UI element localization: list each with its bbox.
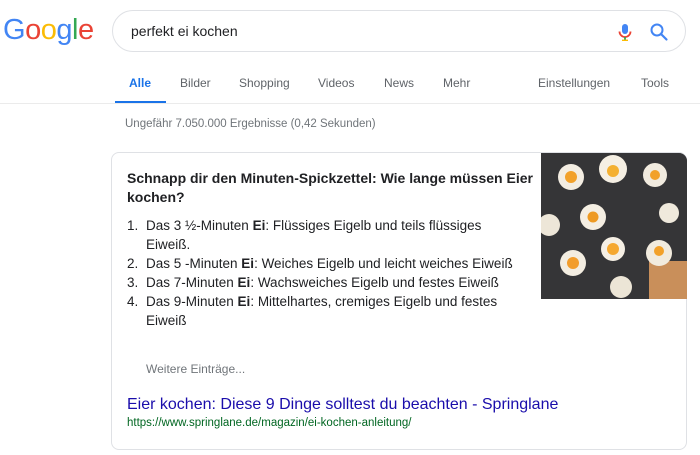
step-text: Das 7-Minuten xyxy=(146,275,238,290)
result-title-link[interactable]: Eier kochen: Diese 9 Dinge solltest du b… xyxy=(127,396,558,414)
logo-letter: e xyxy=(77,14,94,46)
tab-news[interactable]: News xyxy=(384,76,414,90)
search-tabs: Alle Bilder Shopping Videos News Mehr Ei… xyxy=(0,64,700,104)
search-icon[interactable] xyxy=(649,22,669,42)
search-box[interactable]: perfekt ei kochen xyxy=(112,10,686,52)
tab-mehr[interactable]: Mehr xyxy=(443,76,470,90)
list-item: 4. Das 9-Minuten Ei: Mittelhartes, cremi… xyxy=(127,292,527,330)
list-number: 4. xyxy=(127,294,139,309)
list-number: 2. xyxy=(127,256,139,271)
tab-bilder[interactable]: Bilder xyxy=(180,76,211,90)
featured-snippet: Schnapp dir den Minuten-Spickzettel: Wie… xyxy=(111,152,687,450)
step-text: Das 9-Minuten xyxy=(146,294,238,309)
tab-shopping[interactable]: Shopping xyxy=(239,76,290,90)
google-logo[interactable]: Google xyxy=(3,14,94,47)
list-item: 2. Das 5 -Minuten Ei: Weiches Eigelb und… xyxy=(127,254,527,273)
logo-letter: G xyxy=(3,14,26,46)
step-bold: Ei xyxy=(237,294,251,309)
snippet-list: 1. Das 3 ½-Minuten Ei: Flüssiges Eigelb … xyxy=(127,216,527,330)
result-stats: Ungefähr 7.050.000 Ergebnisse (0,42 Seku… xyxy=(125,118,376,130)
list-number: 1. xyxy=(127,218,139,233)
list-number: 3. xyxy=(127,275,139,290)
logo-letter: g xyxy=(56,14,72,46)
list-item: 3. Das 7-Minuten Ei: Wachsweiches Eigelb… xyxy=(127,273,527,292)
tab-einstellungen[interactable]: Einstellungen xyxy=(538,76,610,90)
step-bold: Ei xyxy=(241,256,255,271)
step-text: : Weiches Eigelb und leicht weiches Eiwe… xyxy=(254,256,513,271)
more-entries-link[interactable]: Weitere Einträge... xyxy=(146,362,245,376)
boiled-eggs-photo[interactable] xyxy=(541,153,687,299)
tab-tools[interactable]: Tools xyxy=(641,76,669,90)
header-divider xyxy=(0,103,700,104)
search-input[interactable]: perfekt ei kochen xyxy=(131,23,238,39)
step-text: Das 3 ½-Minuten xyxy=(146,218,253,233)
step-text: Das 5 -Minuten xyxy=(146,256,242,271)
result-url: https://www.springlane.de/magazin/ei-koc… xyxy=(127,417,412,429)
logo-letter: o xyxy=(40,14,57,46)
microphone-icon[interactable] xyxy=(615,22,635,42)
step-bold: Ei xyxy=(252,218,266,233)
tab-videos[interactable]: Videos xyxy=(318,76,354,90)
step-bold: Ei xyxy=(237,275,251,290)
snippet-title: Schnapp dir den Minuten-Spickzettel: Wie… xyxy=(127,170,533,205)
logo-letter: o xyxy=(25,14,41,46)
list-item: 1. Das 3 ½-Minuten Ei: Flüssiges Eigelb … xyxy=(127,216,527,254)
step-text: : Wachsweiches Eigelb und festes Eiweiß xyxy=(250,275,499,290)
tab-alle[interactable]: Alle xyxy=(129,76,151,90)
